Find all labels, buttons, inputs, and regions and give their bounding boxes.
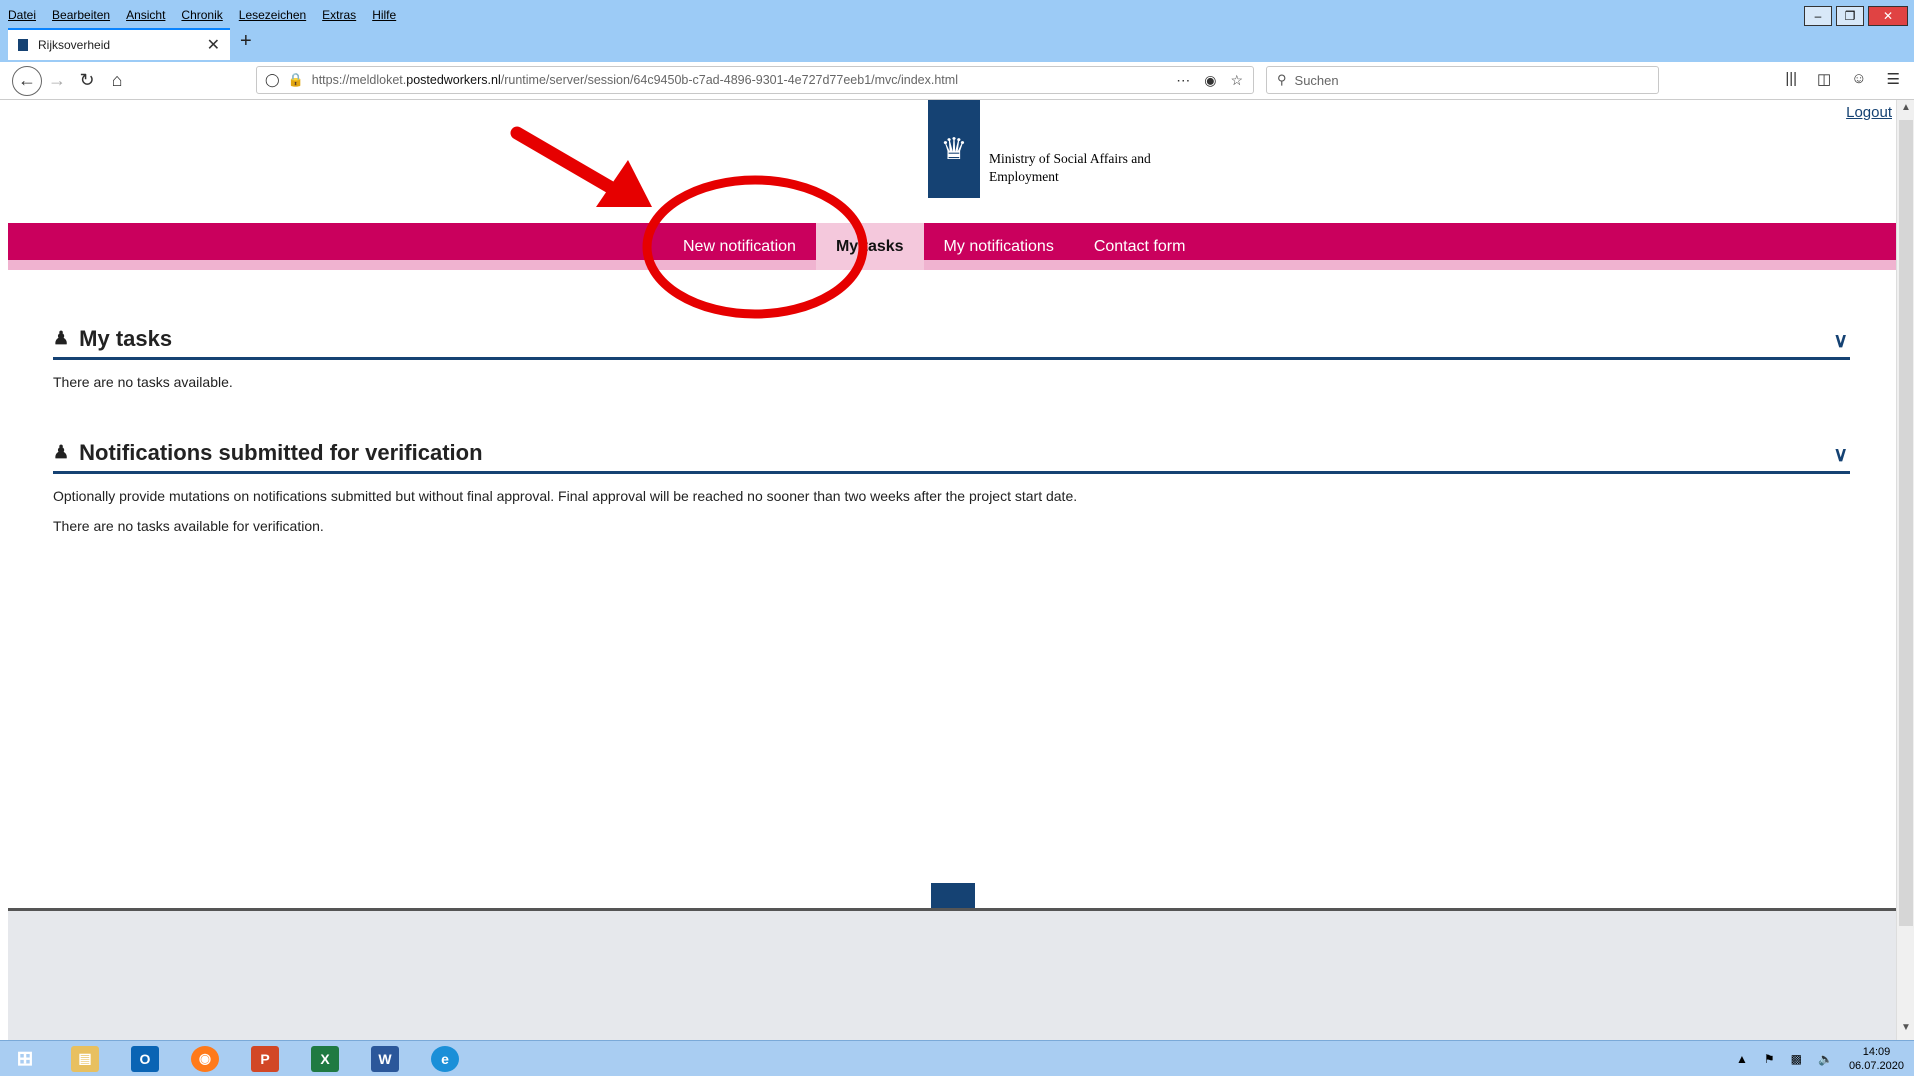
verification-description: Optionally provide mutations on notifica… bbox=[53, 488, 1078, 504]
footer-tab-marker bbox=[931, 883, 975, 908]
clock-time: 14:09 bbox=[1862, 1046, 1891, 1058]
lock-icon: 🔒 bbox=[287, 72, 304, 87]
person-icon: ♟ bbox=[53, 442, 70, 462]
back-icon[interactable]: ← bbox=[12, 65, 42, 96]
tasks-empty-text: There are no tasks available. bbox=[53, 374, 233, 390]
chevron-down-icon[interactable]: ∨ bbox=[1833, 442, 1848, 467]
network-icon[interactable]: ▩ bbox=[1791, 1052, 1802, 1066]
nav-my-notifications[interactable]: My notifications bbox=[924, 223, 1074, 270]
toolbar-icons: ||| ◫ ☺ ☰ bbox=[1785, 70, 1900, 88]
navigation-toolbar: ← → ↻ ⌂ ◯ 🔒 https://meldloket.postedwork… bbox=[0, 62, 1914, 100]
url-actions: ⋯ ◉ ☆ bbox=[1176, 72, 1253, 89]
url-bar[interactable]: ◯ 🔒 https://meldloket.postedworkers.nl/r… bbox=[256, 66, 1254, 94]
browser-tab[interactable]: Rijksoverheid ✕ bbox=[8, 28, 230, 60]
forward-icon[interactable]: → bbox=[42, 66, 72, 96]
verification-title: Notifications submitted for verification bbox=[79, 439, 483, 465]
tray-expand-icon[interactable]: ▲ bbox=[1736, 1052, 1748, 1066]
web-page: Logout ♛ Ministry of Social Affairs and … bbox=[8, 100, 1896, 1040]
excel-icon[interactable]: X bbox=[300, 1042, 350, 1076]
clock-date: 06.07.2020 bbox=[1848, 1060, 1904, 1072]
maximize-button[interactable]: ❐ bbox=[1836, 6, 1864, 26]
powerpoint-icon[interactable]: P bbox=[240, 1042, 290, 1076]
file-explorer-icon[interactable]: ▤ bbox=[60, 1042, 110, 1076]
start-button[interactable]: ⊞ bbox=[0, 1042, 50, 1076]
footer bbox=[8, 911, 1896, 1040]
sidebar-icon[interactable]: ◫ bbox=[1817, 70, 1831, 88]
search-input[interactable]: ⚲ Suchen bbox=[1266, 66, 1659, 94]
person-icon: ♟ bbox=[53, 328, 70, 348]
clock[interactable]: 14:09 06.07.2020 bbox=[1849, 1045, 1904, 1073]
title-bar: Datei Bearbeiten Ansicht Chronik Lesezei… bbox=[0, 0, 1914, 62]
home-icon[interactable]: ⌂ bbox=[102, 66, 132, 96]
chevron-down-icon[interactable]: ∨ bbox=[1833, 328, 1848, 353]
nav-new-notification[interactable]: New notification bbox=[663, 223, 816, 270]
menu-datei[interactable]: Datei bbox=[8, 8, 36, 26]
firefox-icon[interactable]: ◉ bbox=[180, 1042, 230, 1076]
more-actions-icon[interactable]: ⋯ bbox=[1176, 72, 1190, 89]
account-icon[interactable]: ☺ bbox=[1851, 70, 1866, 88]
menu-hilfe[interactable]: Hilfe bbox=[372, 8, 396, 26]
word-icon[interactable]: W bbox=[360, 1042, 410, 1076]
menu-ansicht[interactable]: Ansicht bbox=[126, 8, 165, 26]
my-tasks-title: My tasks bbox=[79, 325, 173, 351]
url-text: https://meldloket.postedworkers.nl/runti… bbox=[311, 73, 958, 87]
flag-icon[interactable]: ⚑ bbox=[1764, 1052, 1775, 1066]
new-tab-icon[interactable]: + bbox=[240, 30, 252, 53]
edge-icon[interactable]: e bbox=[420, 1042, 470, 1076]
my-tasks-heading: ♟ My tasks bbox=[53, 320, 1850, 360]
scroll-up-icon[interactable]: ▲ bbox=[1899, 102, 1913, 118]
close-tab-icon[interactable]: ✕ bbox=[207, 35, 220, 55]
search-placeholder: Suchen bbox=[1294, 72, 1339, 88]
menu-bar: Datei Bearbeiten Ansicht Chronik Lesezei… bbox=[8, 8, 396, 26]
windows-taskbar: ⊞ ▤ O ◉ P X W e ▲ ⚑ ▩ 🔈 14:09 06.07.2020 bbox=[0, 1040, 1914, 1076]
favicon-icon bbox=[18, 39, 28, 51]
reload-icon[interactable]: ↻ bbox=[72, 66, 102, 96]
logout-link[interactable]: Logout bbox=[1846, 104, 1892, 121]
tab-title: Rijksoverheid bbox=[38, 38, 111, 52]
volume-icon[interactable]: 🔈 bbox=[1818, 1052, 1833, 1066]
coat-of-arms-logo: ♛ bbox=[928, 100, 980, 198]
menu-bearbeiten[interactable]: Bearbeiten bbox=[52, 8, 110, 26]
menu-chronik[interactable]: Chronik bbox=[181, 8, 222, 26]
outlook-icon[interactable]: O bbox=[120, 1042, 170, 1076]
scrollbar-thumb[interactable] bbox=[1899, 120, 1913, 926]
nav-contact-form[interactable]: Contact form bbox=[1074, 223, 1206, 270]
hamburger-menu-icon[interactable]: ☰ bbox=[1887, 70, 1900, 88]
main-menu: New notification My tasks My notificatio… bbox=[8, 223, 1896, 270]
verification-heading: ♟ Notifications submitted for verificati… bbox=[53, 434, 1850, 474]
my-tasks-section: ♟ My tasks ∨ There are no tasks availabl… bbox=[53, 320, 1850, 390]
menu-lesezeichen[interactable]: Lesezeichen bbox=[239, 8, 306, 26]
browser-window: Datei Bearbeiten Ansicht Chronik Lesezei… bbox=[0, 0, 1914, 1076]
verification-section: ♟ Notifications submitted for verificati… bbox=[53, 434, 1850, 534]
close-window-button[interactable]: ✕ bbox=[1868, 6, 1908, 26]
minimize-button[interactable]: – bbox=[1804, 6, 1832, 26]
vertical-scrollbar[interactable]: ▲ ▼ bbox=[1896, 100, 1914, 1040]
nav-my-tasks[interactable]: My tasks bbox=[815, 223, 924, 270]
menu-extras[interactable]: Extras bbox=[322, 8, 356, 26]
pocket-icon[interactable]: ◉ bbox=[1204, 72, 1216, 89]
system-tray: ▲ ⚑ ▩ 🔈 14:09 06.07.2020 bbox=[1736, 1045, 1904, 1073]
bookmark-star-icon[interactable]: ☆ bbox=[1230, 72, 1243, 89]
search-icon: ⚲ bbox=[1277, 72, 1287, 87]
shield-icon: ◯ bbox=[265, 72, 280, 87]
ministry-name: Ministry of Social Affairs and Employmen… bbox=[989, 151, 1151, 184]
verification-empty-text: There are no tasks available for verific… bbox=[53, 518, 324, 534]
library-icon[interactable]: ||| bbox=[1785, 70, 1797, 88]
window-controls: – ❐ ✕ bbox=[1804, 6, 1908, 26]
scroll-down-icon[interactable]: ▼ bbox=[1899, 1022, 1913, 1038]
